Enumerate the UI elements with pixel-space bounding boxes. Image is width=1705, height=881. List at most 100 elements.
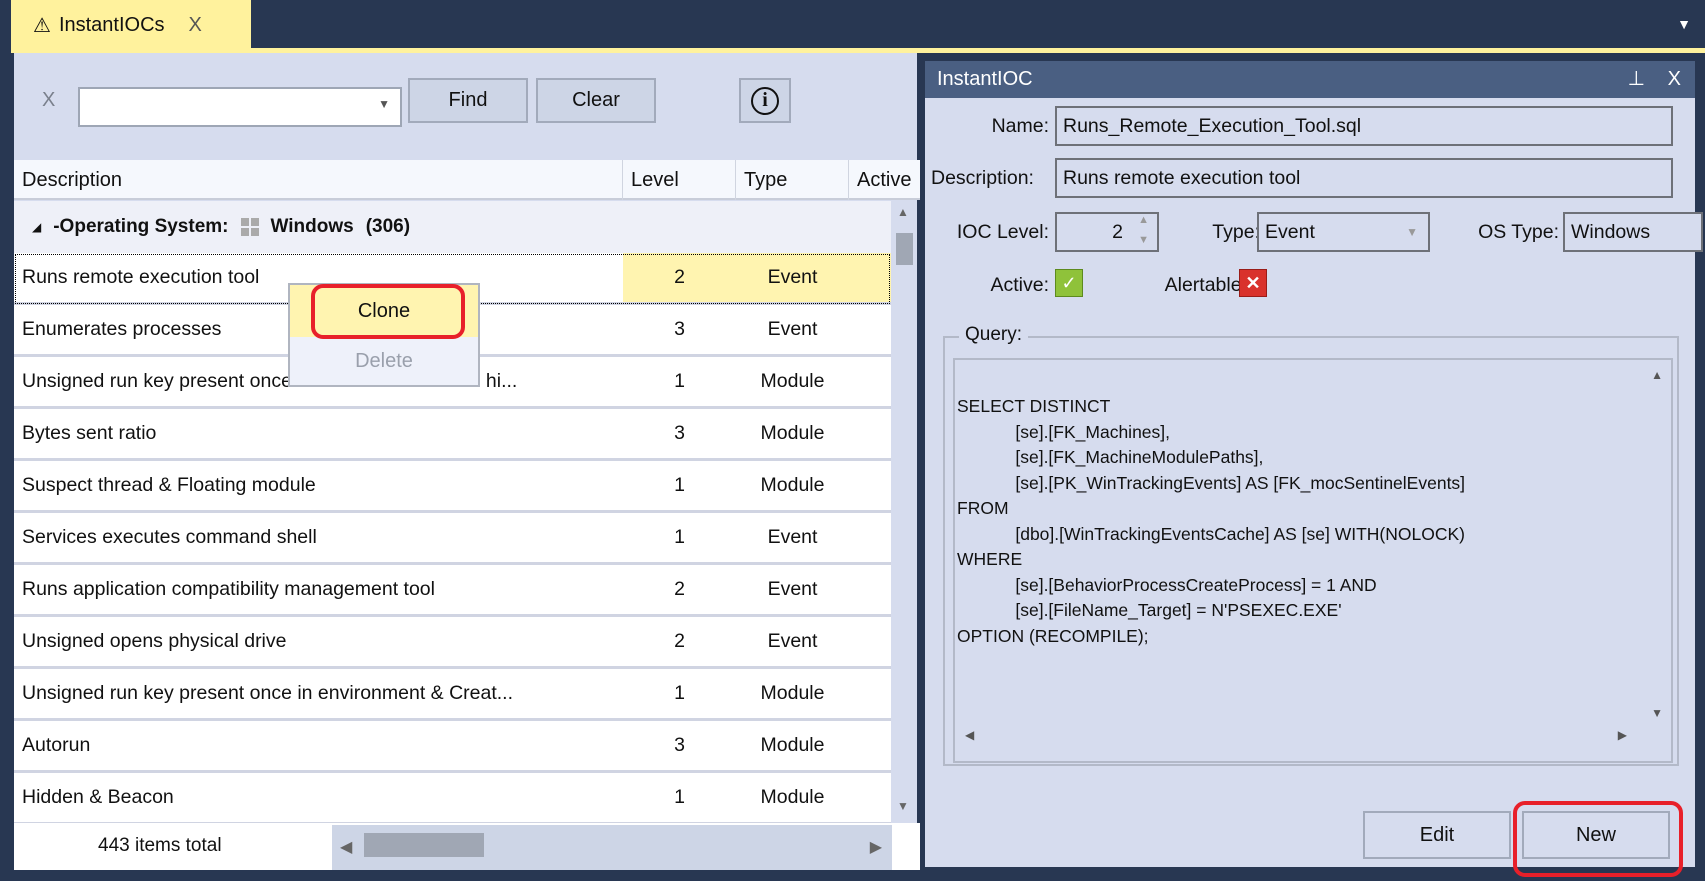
clear-search-icon[interactable]: X bbox=[42, 89, 55, 112]
column-active[interactable]: Active bbox=[849, 160, 929, 200]
vertical-scrollbar[interactable]: ▲ ▼ bbox=[891, 201, 917, 817]
cell-description: Suspect thread & Floating module bbox=[22, 474, 316, 496]
cell-level: 1 bbox=[674, 474, 685, 496]
table-row[interactable]: Runs application compatibility managemen… bbox=[14, 565, 891, 617]
pin-icon[interactable]: ⊥ bbox=[1628, 61, 1645, 98]
ioc-level-label: IOC Level: bbox=[956, 221, 1049, 243]
cell-level: 2 bbox=[674, 630, 685, 652]
group-count: (306) bbox=[365, 216, 411, 237]
vertical-scroll-thumb[interactable] bbox=[896, 233, 913, 265]
table-row[interactable]: Services executes command shell 1 Event bbox=[14, 513, 891, 565]
cell-description: Unsigned opens physical drive bbox=[22, 630, 287, 652]
cell-level: 2 bbox=[674, 266, 685, 288]
context-delete: Delete bbox=[355, 350, 413, 372]
tab-title: InstantIOCs bbox=[58, 13, 165, 36]
clone-highlight bbox=[311, 284, 465, 339]
table-row[interactable]: Bytes sent ratio 3 Module bbox=[14, 409, 891, 461]
os-type-label: OS Type: bbox=[1478, 221, 1559, 243]
horizontal-scrollbar[interactable]: ◀ ▶ bbox=[332, 825, 892, 870]
query-scroll-down-icon[interactable]: ▼ bbox=[1651, 706, 1663, 720]
table-row[interactable]: Suspect thread & Floating module 1 Module bbox=[14, 461, 891, 513]
cell-level: 1 bbox=[674, 370, 685, 392]
cell-level: 1 bbox=[674, 786, 685, 808]
find-button[interactable]: Find bbox=[408, 78, 528, 123]
column-type[interactable]: Type bbox=[736, 160, 849, 200]
name-label: Name: bbox=[991, 115, 1049, 137]
type-select[interactable]: Event ▼ bbox=[1257, 212, 1430, 252]
grid-header: Description Level Type Active bbox=[14, 160, 929, 200]
table-row[interactable]: Autorun 3 Module bbox=[14, 721, 891, 773]
query-scroll-left-icon[interactable]: ◀ bbox=[965, 728, 974, 742]
info-button[interactable]: i bbox=[739, 78, 791, 123]
cell-level: 3 bbox=[674, 422, 685, 444]
query-label: Query: bbox=[959, 324, 1029, 346]
name-field[interactable]: Runs_Remote_Execution_Tool.sql bbox=[1055, 106, 1673, 146]
cell-type: Module bbox=[760, 786, 825, 808]
description-label: Description: bbox=[931, 167, 1034, 189]
cell-description: Services executes command shell bbox=[22, 526, 317, 548]
edit-button[interactable]: Edit bbox=[1363, 811, 1511, 859]
tab-close-icon[interactable]: X bbox=[189, 14, 202, 37]
active-checkbox-checked-icon[interactable]: ✓ bbox=[1055, 269, 1083, 297]
dropdown-arrow-icon[interactable]: ▼ bbox=[1406, 214, 1418, 250]
query-scroll-up-icon[interactable]: ▲ bbox=[1651, 368, 1663, 382]
ioc-list-panel: X ▼ Find Clear i Description Level Type … bbox=[11, 53, 929, 870]
items-total: 443 items total bbox=[98, 835, 222, 856]
cell-level: 2 bbox=[674, 578, 685, 600]
detail-title: InstantIOC bbox=[937, 68, 1033, 90]
query-group: Query: SELECT DISTINCT [se].[FK_Machines… bbox=[943, 324, 1679, 766]
warning-icon: ⚠ bbox=[33, 14, 51, 37]
cell-description: Hidden & Beacon bbox=[22, 786, 174, 808]
cell-level: 1 bbox=[674, 526, 685, 548]
windows-icon bbox=[240, 218, 259, 236]
cell-type: Event bbox=[767, 266, 818, 288]
collapse-triangle-icon[interactable]: ◢ bbox=[32, 220, 41, 234]
type-value: Event bbox=[1265, 221, 1315, 243]
column-level[interactable]: Level bbox=[623, 160, 736, 200]
cell-type: Module bbox=[760, 682, 825, 704]
alertable-checkbox-x-icon[interactable]: ✕ bbox=[1239, 269, 1267, 297]
cell-type: Module bbox=[760, 734, 825, 756]
spinner-arrows-icon[interactable]: ▲ ▼ bbox=[1138, 210, 1149, 250]
type-label: Type: bbox=[1212, 221, 1260, 243]
search-input[interactable]: ▼ bbox=[78, 87, 402, 127]
ioc-level-spinner[interactable]: 2 ▲ ▼ bbox=[1055, 212, 1159, 252]
ioc-level-value: 2 bbox=[1112, 221, 1123, 243]
tab-menu-chevron-icon[interactable]: ▼ bbox=[1677, 16, 1691, 32]
description-field[interactable]: Runs remote execution tool bbox=[1055, 158, 1673, 198]
close-icon[interactable]: X bbox=[1668, 61, 1681, 98]
new-highlight bbox=[1513, 801, 1683, 877]
group-label: -Operating System: bbox=[53, 216, 229, 237]
tab-instantiocs[interactable]: ⚠ InstantIOCs X bbox=[11, 0, 251, 50]
table-row[interactable]: Unsigned run key present once in environ… bbox=[14, 669, 891, 721]
group-row-os[interactable]: ◢ -Operating System: Windows (306) bbox=[14, 201, 891, 253]
os-type-select[interactable]: Windows bbox=[1563, 212, 1703, 252]
table-row[interactable]: Hidden & Beacon 1 Module bbox=[14, 773, 891, 825]
info-icon: i bbox=[751, 86, 779, 115]
query-text[interactable]: SELECT DISTINCT [se].[FK_Machines], [se]… bbox=[953, 358, 1673, 763]
table-row[interactable]: Unsigned opens physical drive 2 Event bbox=[14, 617, 891, 669]
group-os: Windows bbox=[270, 216, 354, 237]
active-label: Active: bbox=[990, 274, 1049, 296]
cell-level: 3 bbox=[674, 318, 685, 340]
cell-type: Module bbox=[760, 370, 825, 392]
cell-type: Event bbox=[767, 526, 818, 548]
clear-button[interactable]: Clear bbox=[536, 78, 656, 123]
instantioc-detail-panel: InstantIOC ⊥ X Name: Runs_Remote_Executi… bbox=[922, 58, 1703, 877]
column-description[interactable]: Description bbox=[14, 160, 623, 200]
cell-description: Autorun bbox=[22, 734, 91, 756]
cell-type: Event bbox=[767, 630, 818, 652]
cell-type: Module bbox=[760, 422, 825, 444]
cell-description: Bytes sent ratio bbox=[22, 422, 157, 444]
cell-level: 3 bbox=[674, 734, 685, 756]
dropdown-arrow-icon[interactable]: ▼ bbox=[378, 97, 390, 111]
horizontal-scroll-thumb[interactable] bbox=[364, 833, 484, 857]
cell-description: Runs remote execution tool bbox=[22, 266, 260, 288]
cell-description: Unsigned run key present once in environ… bbox=[22, 682, 514, 704]
query-scroll-right-icon[interactable]: ▶ bbox=[1618, 728, 1627, 742]
cell-type: Event bbox=[767, 318, 818, 340]
cell-description: Enumerates processes bbox=[22, 318, 222, 340]
detail-title-bar: InstantIOC ⊥ X bbox=[925, 61, 1695, 98]
cell-type: Module bbox=[760, 474, 825, 496]
cell-type: Event bbox=[767, 578, 818, 600]
